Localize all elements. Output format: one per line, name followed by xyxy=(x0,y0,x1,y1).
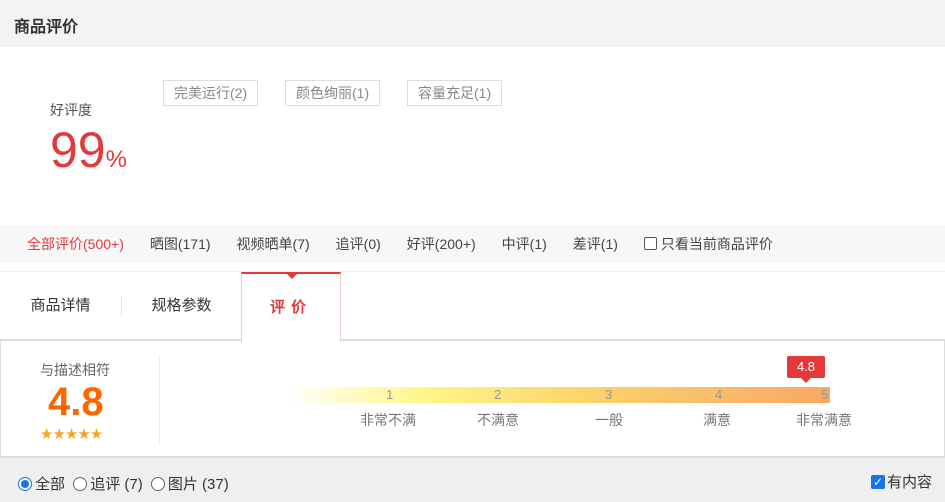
radio-icon[interactable] xyxy=(73,477,88,491)
good-rate-label: 好评度 xyxy=(50,102,92,118)
review-tag[interactable]: 容量充足(1) xyxy=(407,80,503,106)
tab-reviews[interactable]: 评价 xyxy=(241,272,341,342)
has-content-checkbox[interactable]: ✓ 有内容 xyxy=(871,471,932,492)
scale-number: 2 xyxy=(494,387,502,402)
filter-neutral[interactable]: 中评(1) xyxy=(502,234,547,254)
filter-video[interactable]: 视频晒单(7) xyxy=(237,234,310,254)
review-filter-bar: 全部评价(500+) 晒图(171) 视频晒单(7) 追评(0) 好评(200+… xyxy=(0,225,945,263)
checkmark-icon[interactable]: ✓ xyxy=(871,475,885,489)
scale-number: 1 xyxy=(386,387,394,402)
rating-label: 与描述相符 xyxy=(40,362,110,378)
good-rate-unit: % xyxy=(105,146,127,173)
rating-score: 4.8 xyxy=(48,380,104,424)
radio-photos[interactable]: 图片 (37) xyxy=(150,476,229,493)
scale-number: 5 xyxy=(821,387,829,402)
scale-level: 不满意 xyxy=(477,412,519,428)
has-content-label: 有内容 xyxy=(887,474,933,491)
scale-level: 非常满意 xyxy=(796,412,852,428)
scale-level: 非常不满 xyxy=(360,412,416,428)
tab-specs[interactable]: 规格参数 xyxy=(122,272,241,340)
review-type-radios: 全部 追评 (7) 图片 (37) xyxy=(18,473,233,494)
good-rate-number: 99 xyxy=(50,122,106,178)
review-tag[interactable]: 完美运行(2) xyxy=(163,80,259,106)
radio-label: 全部 xyxy=(35,476,66,493)
tab-details[interactable]: 商品详情 xyxy=(0,272,121,340)
radio-followup[interactable]: 追评 (7) xyxy=(73,476,143,493)
star-rating-icon: ★★★★★ xyxy=(40,426,103,443)
product-tabs: 商品详情 规格参数 评价 xyxy=(0,271,945,342)
filter-positive[interactable]: 好评(200+) xyxy=(407,234,476,254)
scale-level: 一般 xyxy=(595,412,623,428)
rating-scale-bar xyxy=(286,387,830,403)
scale-level: 满意 xyxy=(703,412,731,428)
score-marker: 4.8 xyxy=(787,356,825,383)
section-header: 商品评价 xyxy=(0,0,945,47)
filter-followup[interactable]: 追评(0) xyxy=(336,234,381,254)
radio-label: 图片 (37) xyxy=(167,476,229,493)
only-current-label: 只看当前商品评价 xyxy=(660,236,773,252)
scale-number: 4 xyxy=(715,387,723,402)
radio-icon[interactable] xyxy=(150,477,165,491)
divider xyxy=(159,355,160,445)
radio-all[interactable]: 全部 xyxy=(18,476,65,493)
filter-photos[interactable]: 晒图(171) xyxy=(150,234,211,254)
radio-label: 追评 (7) xyxy=(90,476,143,493)
good-rate-value: 99% xyxy=(50,120,127,190)
tab-divider xyxy=(121,296,122,316)
section-title: 商品评价 xyxy=(14,19,79,36)
filter-negative[interactable]: 差评(1) xyxy=(573,234,618,254)
scale-number: 3 xyxy=(605,387,613,402)
filter-all[interactable]: 全部评价(500+) xyxy=(27,234,124,254)
only-current-product-checkbox[interactable]: 只看当前商品评价 xyxy=(643,234,773,254)
checkbox-icon[interactable] xyxy=(643,237,657,250)
review-tag[interactable]: 颜色绚丽(1) xyxy=(285,80,381,106)
radio-selected-icon[interactable] xyxy=(18,477,32,491)
